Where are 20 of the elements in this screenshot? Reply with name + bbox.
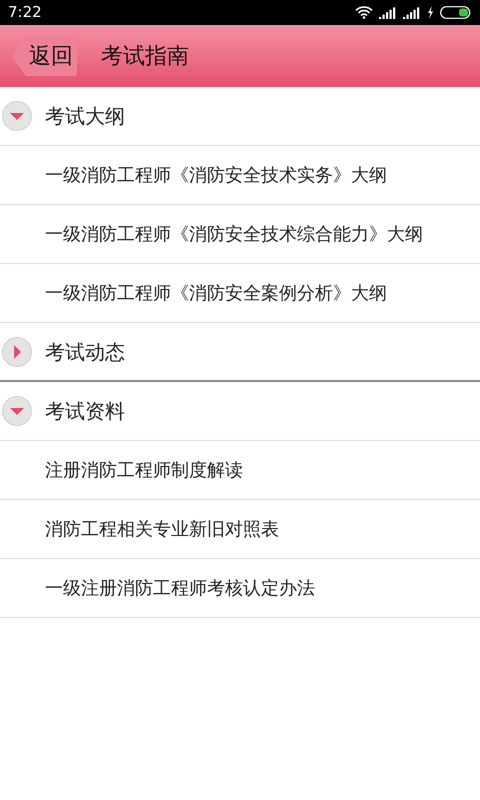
group-label: 考试动态	[45, 338, 125, 366]
group-label: 考试资料	[45, 398, 125, 425]
battery-icon	[440, 6, 472, 19]
list-item[interactable]: 一级注册消防工程师考核认定办法	[0, 559, 480, 618]
group-header[interactable]: 考试大纲	[0, 87, 480, 146]
signal-icon	[379, 6, 397, 18]
list-item[interactable]: 一级消防工程师《消防安全案例分析》大纲	[0, 264, 480, 323]
group-header[interactable]: 考试资料	[0, 382, 480, 441]
charging-icon	[427, 6, 434, 19]
group-header[interactable]: 考试动态	[0, 323, 480, 382]
list-item[interactable]: 一级消防工程师《消防安全技术实务》大纲	[0, 146, 480, 205]
list-item[interactable]: 一级消防工程师《消防安全技术综合能力》大纲	[0, 205, 480, 264]
wifi-icon	[355, 6, 373, 19]
page-title: 考试指南	[101, 42, 189, 70]
back-button[interactable]: 返回	[12, 36, 77, 76]
status-time: 7:22	[8, 2, 42, 24]
list-item[interactable]: 消防工程相关专业新旧对照表	[0, 500, 480, 559]
list-item[interactable]: 注册消防工程师制度解读	[0, 441, 480, 500]
group-label: 考试大纲	[45, 103, 125, 130]
signal-icon	[403, 6, 421, 18]
